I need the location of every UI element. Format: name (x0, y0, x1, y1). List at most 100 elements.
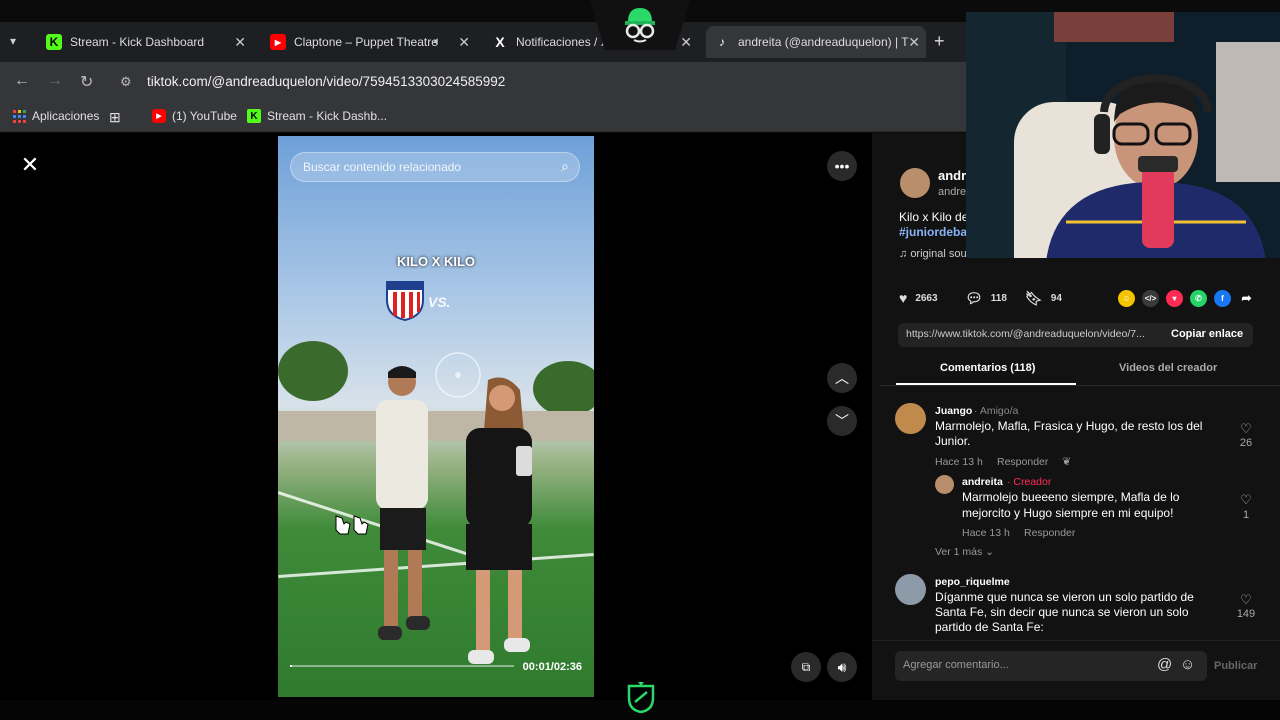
heart-icon: ♥ (899, 290, 908, 306)
reload-icon[interactable]: ↻ (80, 72, 93, 92)
close-video-icon[interactable]: ✕ (18, 153, 42, 177)
comment-input[interactable]: Agregar comentario... @ ☺ (895, 651, 1207, 681)
bookmark-label: (1) YouTube (172, 109, 237, 123)
tabs-divider (880, 385, 1280, 386)
comment-username[interactable]: andreita (962, 476, 1003, 488)
like-button[interactable]: ♥ 2663 (899, 290, 938, 306)
comment-button[interactable]: 💬︎ 118 (965, 290, 1007, 307)
comment-text: Marmolejo, Mafla, Frasica y Hugo, de res… (935, 419, 1203, 433)
send-icon[interactable]: ▾ (1166, 290, 1183, 307)
author-name[interactable]: andr (938, 168, 966, 183)
comment-like-icon[interactable]: ♡ (1236, 592, 1256, 608)
related-search-input[interactable]: Buscar contenido relacionado ⌕ (290, 152, 580, 182)
close-icon[interactable]: ✕ (458, 34, 470, 51)
speaker-icon[interactable]: 🔈︎ (434, 34, 441, 49)
pip-icon[interactable]: ⧉ (791, 652, 821, 682)
author-handle[interactable]: andre (938, 186, 966, 198)
new-tab-icon[interactable]: + (934, 31, 945, 52)
close-icon[interactable]: ✕ (234, 34, 246, 51)
avatar[interactable] (895, 574, 926, 605)
tiktok-icon: ♪ (719, 35, 725, 49)
save-count: 94 (1050, 293, 1062, 304)
mention-icon[interactable]: @ (1157, 656, 1172, 673)
comment-placeholder: Agregar comentario... (903, 659, 1009, 671)
tab-creator-videos[interactable]: Videos del creador (1119, 362, 1217, 374)
chevron-down-icon: ⌄ (985, 546, 995, 558)
friend-tag: · Amigo/a (974, 405, 1019, 417)
view-more-replies[interactable]: Ver 1 más ⌄ (935, 546, 994, 558)
close-icon[interactable]: ✕ (908, 34, 920, 51)
vs-text: VS. (428, 294, 451, 310)
bookmarks-bar: Aplicaciones ⊞ ▶ (1) YouTube K Stream - … (0, 102, 966, 132)
comment-time: Hace 13 h (935, 456, 983, 468)
bookmark-kick[interactable]: K Stream - Kick Dashb... (247, 109, 387, 123)
reply-button[interactable]: Responder (997, 456, 1048, 468)
publish-button[interactable]: Publicar (1214, 660, 1257, 672)
facebook-icon[interactable]: f (1214, 290, 1231, 307)
tab-tiktok[interactable]: ♪ andreita (@andreaduquelon) | T ✕ (706, 26, 926, 58)
active-tab-indicator (896, 383, 1076, 385)
bookmark-youtube[interactable]: ▶ (1) YouTube (152, 109, 237, 123)
comment-username[interactable]: Juango (935, 405, 972, 417)
video-time: 00:01/02:36 (522, 661, 582, 673)
browser-toolbar: ← → ↻ ⚙ tiktok.com/@andreaduquelon/video… (0, 62, 966, 102)
whatsapp-icon[interactable]: ✆ (1190, 290, 1207, 307)
tab-kick-dashboard[interactable]: K Stream - Kick Dashboard ✕ (38, 26, 252, 58)
comment-text: Santa Fe, sin decir que nunca se vieron … (935, 605, 1189, 619)
save-button[interactable]: 🔖︎ 94 (1025, 290, 1062, 307)
comment-count: 118 (990, 293, 1007, 304)
site-settings-icon[interactable]: ⚙ (120, 74, 132, 90)
forward-arrow-icon[interactable]: → (47, 72, 63, 90)
next-video-icon[interactable]: ﹀ (827, 406, 857, 436)
streamer-webcam (966, 12, 1280, 258)
comment-like-icon[interactable]: ♡ (1236, 492, 1256, 508)
copy-link-button[interactable]: Copiar enlace (1171, 328, 1243, 340)
video-player[interactable]: Buscar contenido relacionado ⌕ KILO X KI… (278, 136, 594, 697)
bookmark-apps[interactable]: Aplicaciones (12, 109, 99, 123)
previous-video-icon[interactable]: ︿ (827, 363, 857, 393)
kick-icon: K (46, 34, 62, 50)
tab-youtube[interactable]: ▶ Claptone – Puppet Theatre 🔈︎ ✕ (262, 26, 476, 58)
video-title-overlay: KILO X KILO (397, 254, 475, 269)
comment-like-icon[interactable]: ♡ (1236, 421, 1256, 437)
share-friends-icon[interactable]: ☺ (1118, 290, 1135, 307)
more-options-icon[interactable]: ••• (827, 151, 857, 181)
volume-icon[interactable]: 🔊︎ (827, 652, 857, 682)
comment-bubble-icon: 💬︎ (965, 290, 983, 306)
comment-like-count: 149 (1236, 608, 1256, 620)
share-arrow-icon[interactable]: ➦ (1238, 290, 1255, 307)
related-search-placeholder: Buscar contenido relacionado (303, 160, 462, 174)
view-more-label: Ver 1 más (935, 546, 983, 558)
tab-label: Claptone – Puppet Theatre (294, 35, 438, 49)
close-icon[interactable]: ✕ (680, 34, 692, 51)
tab-groups-icon[interactable]: ⊞ (109, 109, 121, 126)
reply-button[interactable]: Responder (1024, 527, 1075, 539)
avatar[interactable] (895, 403, 926, 434)
video-progress-fill (290, 665, 293, 667)
video-progress-bar[interactable] (290, 665, 514, 667)
hashtag-link[interactable]: #juniordeba (899, 225, 967, 239)
author-avatar[interactable] (900, 168, 930, 198)
tab-label: Stream - Kick Dashboard (70, 35, 205, 49)
embed-code-icon[interactable]: </> (1142, 290, 1159, 307)
mascot-glasses-icon (625, 8, 655, 43)
music-note-icon: ♫ (899, 248, 911, 260)
comment-username[interactable]: pepo_riquelme (935, 576, 1010, 588)
avatar[interactable] (935, 475, 954, 494)
comment-text: Díganme que nunca se vieron un solo part… (935, 590, 1194, 604)
comment-text: mejorcito y Hugo siempre en mi equipo! (962, 506, 1174, 520)
comment-text: Marmolejo bueeeno siempre, Mafla de lo (962, 490, 1180, 504)
tab-comments[interactable]: Comentarios (118) (940, 362, 1035, 374)
tree-left (278, 341, 348, 401)
x-icon: X (495, 34, 505, 50)
video-link[interactable]: https://www.tiktok.com/@andreaduquelon/v… (906, 328, 1145, 340)
comment-like-count: 26 (1239, 437, 1253, 449)
tab-strip: ▾ K Stream - Kick Dashboard ✕ ▶ Claptone… (0, 22, 966, 62)
youtube-icon: ▶ (270, 34, 286, 50)
search-icon[interactable]: ⌕ (561, 158, 569, 175)
back-arrow-icon[interactable]: ← (14, 72, 30, 90)
creator-liked-icon: ❦ (1062, 456, 1072, 468)
tab-search-chevron-icon[interactable]: ▾ (10, 34, 16, 48)
emoji-icon[interactable]: ☺ (1180, 656, 1195, 673)
address-bar[interactable]: tiktok.com/@andreaduquelon/video/7594513… (147, 74, 505, 89)
